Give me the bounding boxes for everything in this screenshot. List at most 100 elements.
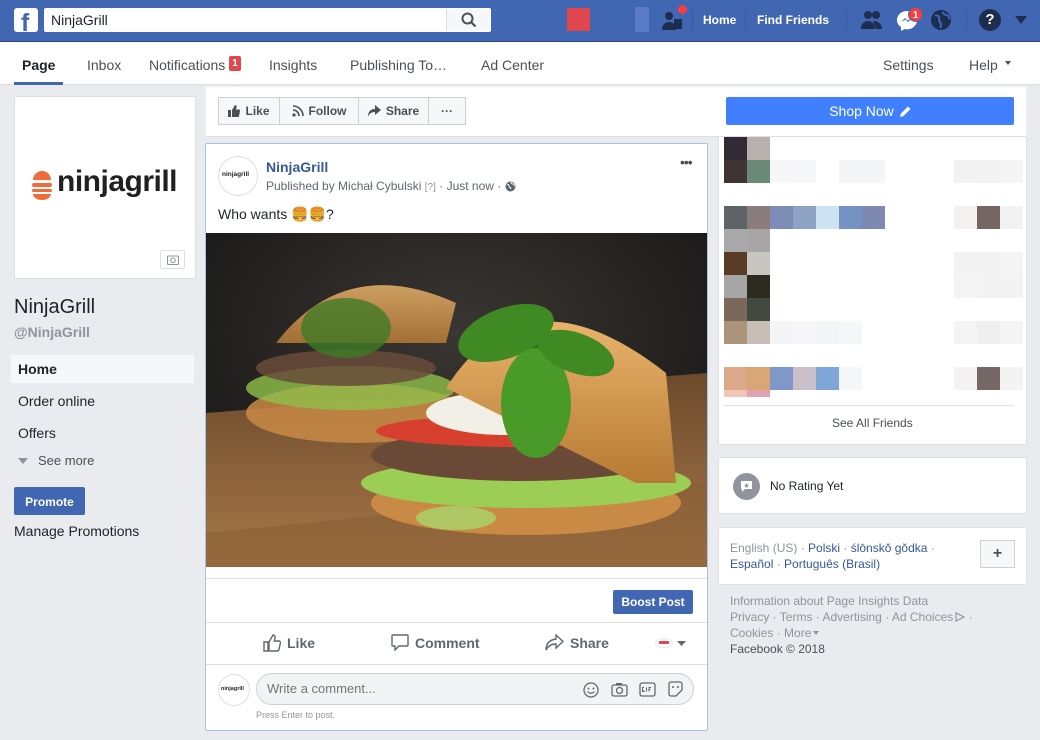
post-divider [206,622,707,623]
tab-page[interactable]: Page [22,57,55,73]
comment-divider [206,664,707,665]
friends-divider [724,405,1014,406]
review-bubble-icon [733,473,760,500]
account-menu-chevron-icon[interactable] [1015,16,1027,24]
comment-input[interactable] [267,681,567,696]
help-dropdown-icon[interactable] [1005,61,1011,65]
see-more-chevron-icon [18,458,28,464]
page-title[interactable]: NinjaGrill [14,296,95,319]
search-bar [44,8,491,32]
shop-now-label: Shop Now [829,103,894,119]
messenger-badge: 1 [908,7,923,22]
gif-icon[interactable] [639,682,656,697]
post-like-icon [263,634,281,652]
language-silesian[interactable]: ślōnskŏ gŏdka [851,541,928,555]
search-input[interactable] [45,9,447,31]
page-share-button[interactable]: Share [358,97,429,125]
post-as-page-avatar[interactable] [655,638,673,648]
post-share-label: Share [570,634,609,651]
post-share-button[interactable]: Share [545,634,609,651]
commenter-logo-text: ninjagrill [221,686,244,692]
tab-publishing-tools[interactable]: Publishing To… [350,57,447,73]
see-more-link[interactable]: See more [38,453,94,468]
post-author-avatar[interactable]: ninjagrill [218,156,258,196]
footer-privacy[interactable]: Privacy [730,610,769,624]
blurred-profile-avatar[interactable] [567,8,590,31]
search-icon [461,12,476,28]
post-comment-button[interactable]: Comment [391,634,480,651]
post-timestamp[interactable]: Just now [447,179,494,193]
find-friends-link[interactable]: Find Friends [757,13,829,27]
post-as-logo-mark [659,641,669,644]
sticker-icon[interactable] [667,681,684,698]
post-like-label: Like [287,635,316,651]
more-dots-icon: ··· [441,104,453,118]
footer-cookies[interactable]: Cookies [730,626,773,640]
ninjagrill-logo-text: ninjagrill [57,165,178,198]
post-divider [206,578,707,579]
page-username[interactable]: @NinjaGrill [14,324,90,340]
nav-divider [745,10,746,30]
left-nav-home[interactable]: Home [18,361,57,377]
commenter-avatar[interactable]: ninjagrill [218,674,250,706]
boost-post-button[interactable]: Boost Post [613,590,693,614]
language-portugues[interactable]: Português (Brasil) [784,557,880,571]
nav-divider [692,10,693,30]
tab-settings[interactable]: Settings [883,57,934,73]
follow-button[interactable]: Follow [279,97,359,125]
tab-notifications[interactable]: Notifications [149,57,225,73]
footer-more[interactable]: More [784,626,811,640]
globe-notifications-icon[interactable] [930,9,952,31]
search-button[interactable] [446,9,490,31]
left-nav-offers[interactable]: Offers [18,425,56,441]
public-globe-icon[interactable] [505,181,516,192]
tab-ad-center[interactable]: Ad Center [481,57,544,73]
language-row-1: English (US) · Polski · ślōnskŏ gŏdka · [730,541,935,555]
tab-inbox[interactable]: Inbox [87,57,121,73]
add-language-button[interactable]: + [980,540,1015,568]
see-all-friends-link[interactable]: See All Friends [832,416,913,430]
post-options-icon[interactable]: ••• [680,154,693,170]
friends-icon[interactable] [860,9,884,31]
blurred-friends-grid[interactable] [724,137,1023,397]
ninjagrill-logo-icon [32,171,52,200]
change-photo-button[interactable] [160,250,185,269]
rating-text[interactable]: No Rating Yet [770,479,843,493]
footer-row-2: Privacy · Terms · Advertising · Ad Choic… [730,610,973,624]
footer-copyright: Facebook © 2018 [730,642,825,656]
camera-attach-icon[interactable] [611,682,628,697]
post-author-name[interactable]: NinjaGrill [266,159,328,175]
footer-terms[interactable]: Terms [780,610,813,624]
help-bracket[interactable]: [?] [425,182,436,193]
left-nav-order-online[interactable]: Order online [18,393,95,409]
facebook-logo-icon[interactable]: f [14,8,38,32]
comment-box [256,673,694,705]
footer-more-chevron-icon[interactable] [813,631,820,635]
page-share-label: Share [385,104,420,118]
blurred-profile-name[interactable] [635,7,649,32]
post-photo-burgers[interactable] [206,233,707,567]
more-actions-button[interactable]: ··· [428,97,466,125]
nav-divider [846,10,847,30]
manage-promotions-link[interactable]: Manage Promotions [14,523,139,539]
post-like-button[interactable]: Like [263,634,315,652]
press-enter-hint: Press Enter to post. [256,710,336,720]
shop-now-button[interactable]: Shop Now [726,97,1014,125]
footer-insights-link[interactable]: Information about Page Insights Data [730,594,928,608]
footer-advertising[interactable]: Advertising [822,610,881,624]
language-polski[interactable]: Polski [808,541,840,555]
language-espanol[interactable]: Español [730,557,773,571]
rating-card: No Rating Yet [718,457,1027,514]
post-comment-label: Comment [415,634,480,651]
promote-button[interactable]: Promote [14,487,85,515]
home-link[interactable]: Home [703,13,736,27]
page-like-button[interactable]: Like [218,97,280,125]
emoji-icon[interactable] [583,682,599,698]
published-by-text[interactable]: Published by Michał Cybulski [266,179,421,193]
help-question-icon[interactable]: ? [979,9,1001,31]
tab-help[interactable]: Help [969,57,998,73]
post-as-dropdown-icon[interactable] [677,641,686,646]
tab-insights[interactable]: Insights [269,57,317,73]
ad-choices-icon[interactable] [955,612,966,622]
footer-ad-choices[interactable]: Ad Choices [892,610,953,624]
